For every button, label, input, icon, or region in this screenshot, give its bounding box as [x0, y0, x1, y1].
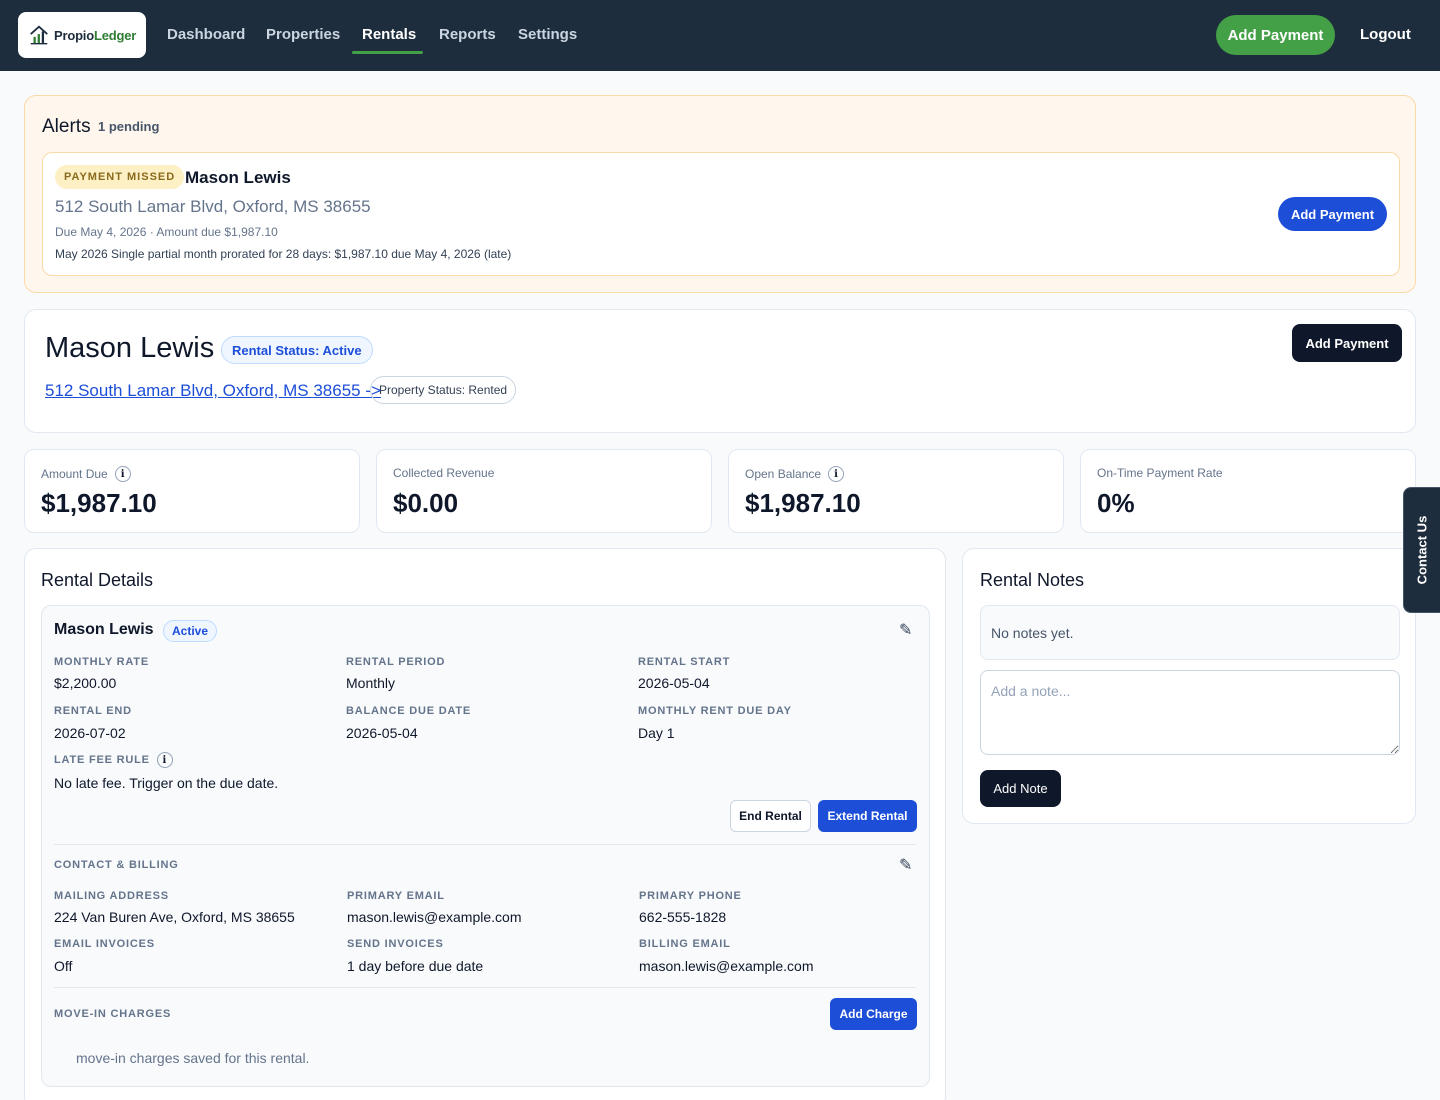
- nav-dashboard[interactable]: Dashboard: [167, 26, 245, 43]
- late-fee-label-text: LATE FEE RULE: [54, 754, 150, 766]
- rental-details-card: Mason Lewis Active ✎ MONTHLY RATE $2,200…: [41, 605, 930, 1087]
- active-nav-indicator: [352, 51, 423, 54]
- stat-label: On-Time Payment Rate: [1097, 466, 1223, 480]
- info-icon[interactable]: i: [114, 466, 131, 482]
- balance-due-date-value: 2026-05-04: [346, 725, 418, 741]
- field-label: RENTAL START: [638, 656, 731, 668]
- alerts-panel: Alerts 1 pending PAYMENT MISSED Mason Le…: [24, 95, 1416, 293]
- stat-open-balance: Open Balance i $1,987.10: [728, 449, 1064, 533]
- alert-add-payment-button[interactable]: Add Payment: [1278, 197, 1387, 231]
- property-status-badge: Property Status: Rented: [370, 376, 517, 404]
- rental-start-value: 2026-05-04: [638, 675, 710, 691]
- rental-details-title: Rental Details: [41, 570, 154, 590]
- info-icon[interactable]: i: [828, 466, 845, 482]
- nav-reports[interactable]: Reports: [439, 26, 496, 43]
- field-label: PRIMARY PHONE: [639, 890, 742, 902]
- field-label: BILLING EMAIL: [639, 938, 731, 950]
- add-charge-button[interactable]: Add Charge: [830, 998, 917, 1030]
- monthly-rate-value: $2,200.00: [54, 675, 117, 691]
- rental-period-value: Monthly: [346, 675, 396, 691]
- stat-on-time-rate: On-Time Payment Rate 0%: [1080, 449, 1416, 533]
- end-rental-button[interactable]: End Rental: [730, 800, 811, 832]
- rental-notes-title: Rental Notes: [980, 570, 1085, 590]
- logo-text: PropioLedger: [54, 28, 136, 43]
- late-fee-label: LATE FEE RULE i: [54, 752, 173, 768]
- field-label: EMAIL INVOICES: [54, 938, 155, 950]
- rental-status-badge: Rental Status: Active: [221, 336, 373, 364]
- billing-email-value: mason.lewis@example.com: [639, 958, 814, 974]
- stat-value: $0.00: [393, 488, 459, 518]
- top-navbar: PropioLedger Dashboard Properties Rental…: [0, 0, 1440, 71]
- app-logo[interactable]: PropioLedger: [18, 12, 146, 58]
- send-invoices-value: 1 day before due date: [347, 958, 484, 974]
- late-fee-value: No late fee. Trigger on the due date.: [54, 775, 279, 791]
- notes-empty-state: No notes yet.: [980, 605, 1400, 660]
- logout-button[interactable]: Logout: [1360, 26, 1411, 43]
- divider: [54, 844, 916, 845]
- field-label: RENTAL PERIOD: [346, 656, 446, 668]
- alert-description: May 2026 Single partial month prorated f…: [55, 247, 512, 261]
- add-note-button[interactable]: Add Note: [980, 770, 1061, 807]
- page-title: Mason Lewis: [45, 332, 215, 364]
- contact-billing-heading: CONTACT & BILLING: [54, 859, 179, 871]
- stat-label-text: Amount Due: [41, 467, 108, 481]
- rental-header-card: Mason Lewis Rental Status: Active 512 So…: [24, 309, 1416, 433]
- field-label: MONTHLY RENT DUE DAY: [638, 705, 792, 717]
- rental-notes-panel: Rental Notes No notes yet. Add Note: [962, 548, 1416, 824]
- pencil-icon[interactable]: ✎: [899, 620, 912, 640]
- primary-email-value: mason.lewis@example.com: [347, 909, 522, 925]
- alert-tenant-name: Mason Lewis: [185, 168, 291, 187]
- mailing-address-value: 224 Van Buren Ave, Oxford, MS 38655: [54, 909, 295, 925]
- alerts-count: 1 pending: [98, 119, 160, 134]
- nav-settings[interactable]: Settings: [518, 26, 577, 43]
- stat-label-text: On-Time Payment Rate: [1097, 466, 1223, 480]
- stat-value: 0%: [1097, 488, 1135, 518]
- stat-value: $1,987.10: [745, 488, 861, 518]
- property-link[interactable]: 512 South Lamar Blvd, Oxford, MS 38655 -…: [45, 381, 381, 401]
- rental-details-panel: Rental Details Mason Lewis Active ✎ MONT…: [24, 548, 946, 1100]
- field-label: BALANCE DUE DATE: [346, 705, 472, 717]
- field-label: SEND INVOICES: [347, 938, 444, 950]
- move-in-charges-heading: MOVE-IN CHARGES: [54, 1008, 172, 1020]
- add-payment-button[interactable]: Add Payment: [1292, 324, 1402, 362]
- move-in-empty-text: move-in charges saved for this rental.: [76, 1050, 310, 1066]
- rent-due-day-value: Day 1: [638, 725, 675, 741]
- info-icon[interactable]: i: [156, 752, 173, 768]
- nav-properties[interactable]: Properties: [266, 26, 340, 43]
- field-label: RENTAL END: [54, 705, 132, 717]
- rental-end-value: 2026-07-02: [54, 725, 126, 741]
- details-status-badge: Active: [163, 620, 218, 642]
- stat-label-text: Open Balance: [745, 467, 822, 481]
- stat-amount-due: Amount Due i $1,987.10: [24, 449, 360, 533]
- stat-label: Collected Revenue: [393, 466, 494, 480]
- add-payment-button-nav[interactable]: Add Payment: [1216, 15, 1335, 55]
- contact-us-tab[interactable]: Contact Us: [1403, 487, 1440, 613]
- primary-phone-value: 662-555-1828: [639, 909, 727, 925]
- stat-label: Amount Due i: [41, 466, 131, 482]
- nav-rentals[interactable]: Rentals: [362, 26, 416, 43]
- field-label: MAILING ADDRESS: [54, 890, 169, 902]
- alert-card: PAYMENT MISSED Mason Lewis 512 South Lam…: [42, 152, 1400, 276]
- field-label: PRIMARY EMAIL: [347, 890, 445, 902]
- logo-text-part1: Propio: [54, 27, 94, 43]
- contact-us-label: Contact Us: [1414, 515, 1430, 585]
- stat-value: $1,987.10: [41, 488, 157, 518]
- email-invoices-value: Off: [54, 958, 73, 974]
- pencil-icon[interactable]: ✎: [899, 855, 912, 875]
- alert-address: 512 South Lamar Blvd, Oxford, MS 38655: [55, 197, 371, 216]
- stat-collected-revenue: Collected Revenue $0.00: [376, 449, 712, 533]
- payment-missed-badge: PAYMENT MISSED: [55, 165, 185, 189]
- note-input[interactable]: [980, 670, 1400, 755]
- stat-label: Open Balance i: [745, 466, 845, 482]
- stat-label-text: Collected Revenue: [393, 466, 495, 480]
- house-chart-icon: [30, 25, 48, 45]
- divider: [54, 987, 916, 988]
- alerts-title: Alerts: [42, 116, 91, 137]
- alert-due-line: Due May 4, 2026 · Amount due $1,987.10: [55, 225, 278, 239]
- extend-rental-button[interactable]: Extend Rental: [818, 800, 917, 832]
- details-tenant-name: Mason Lewis: [54, 621, 154, 638]
- field-label: MONTHLY RATE: [54, 656, 149, 668]
- logo-text-part2: Ledger: [93, 27, 137, 43]
